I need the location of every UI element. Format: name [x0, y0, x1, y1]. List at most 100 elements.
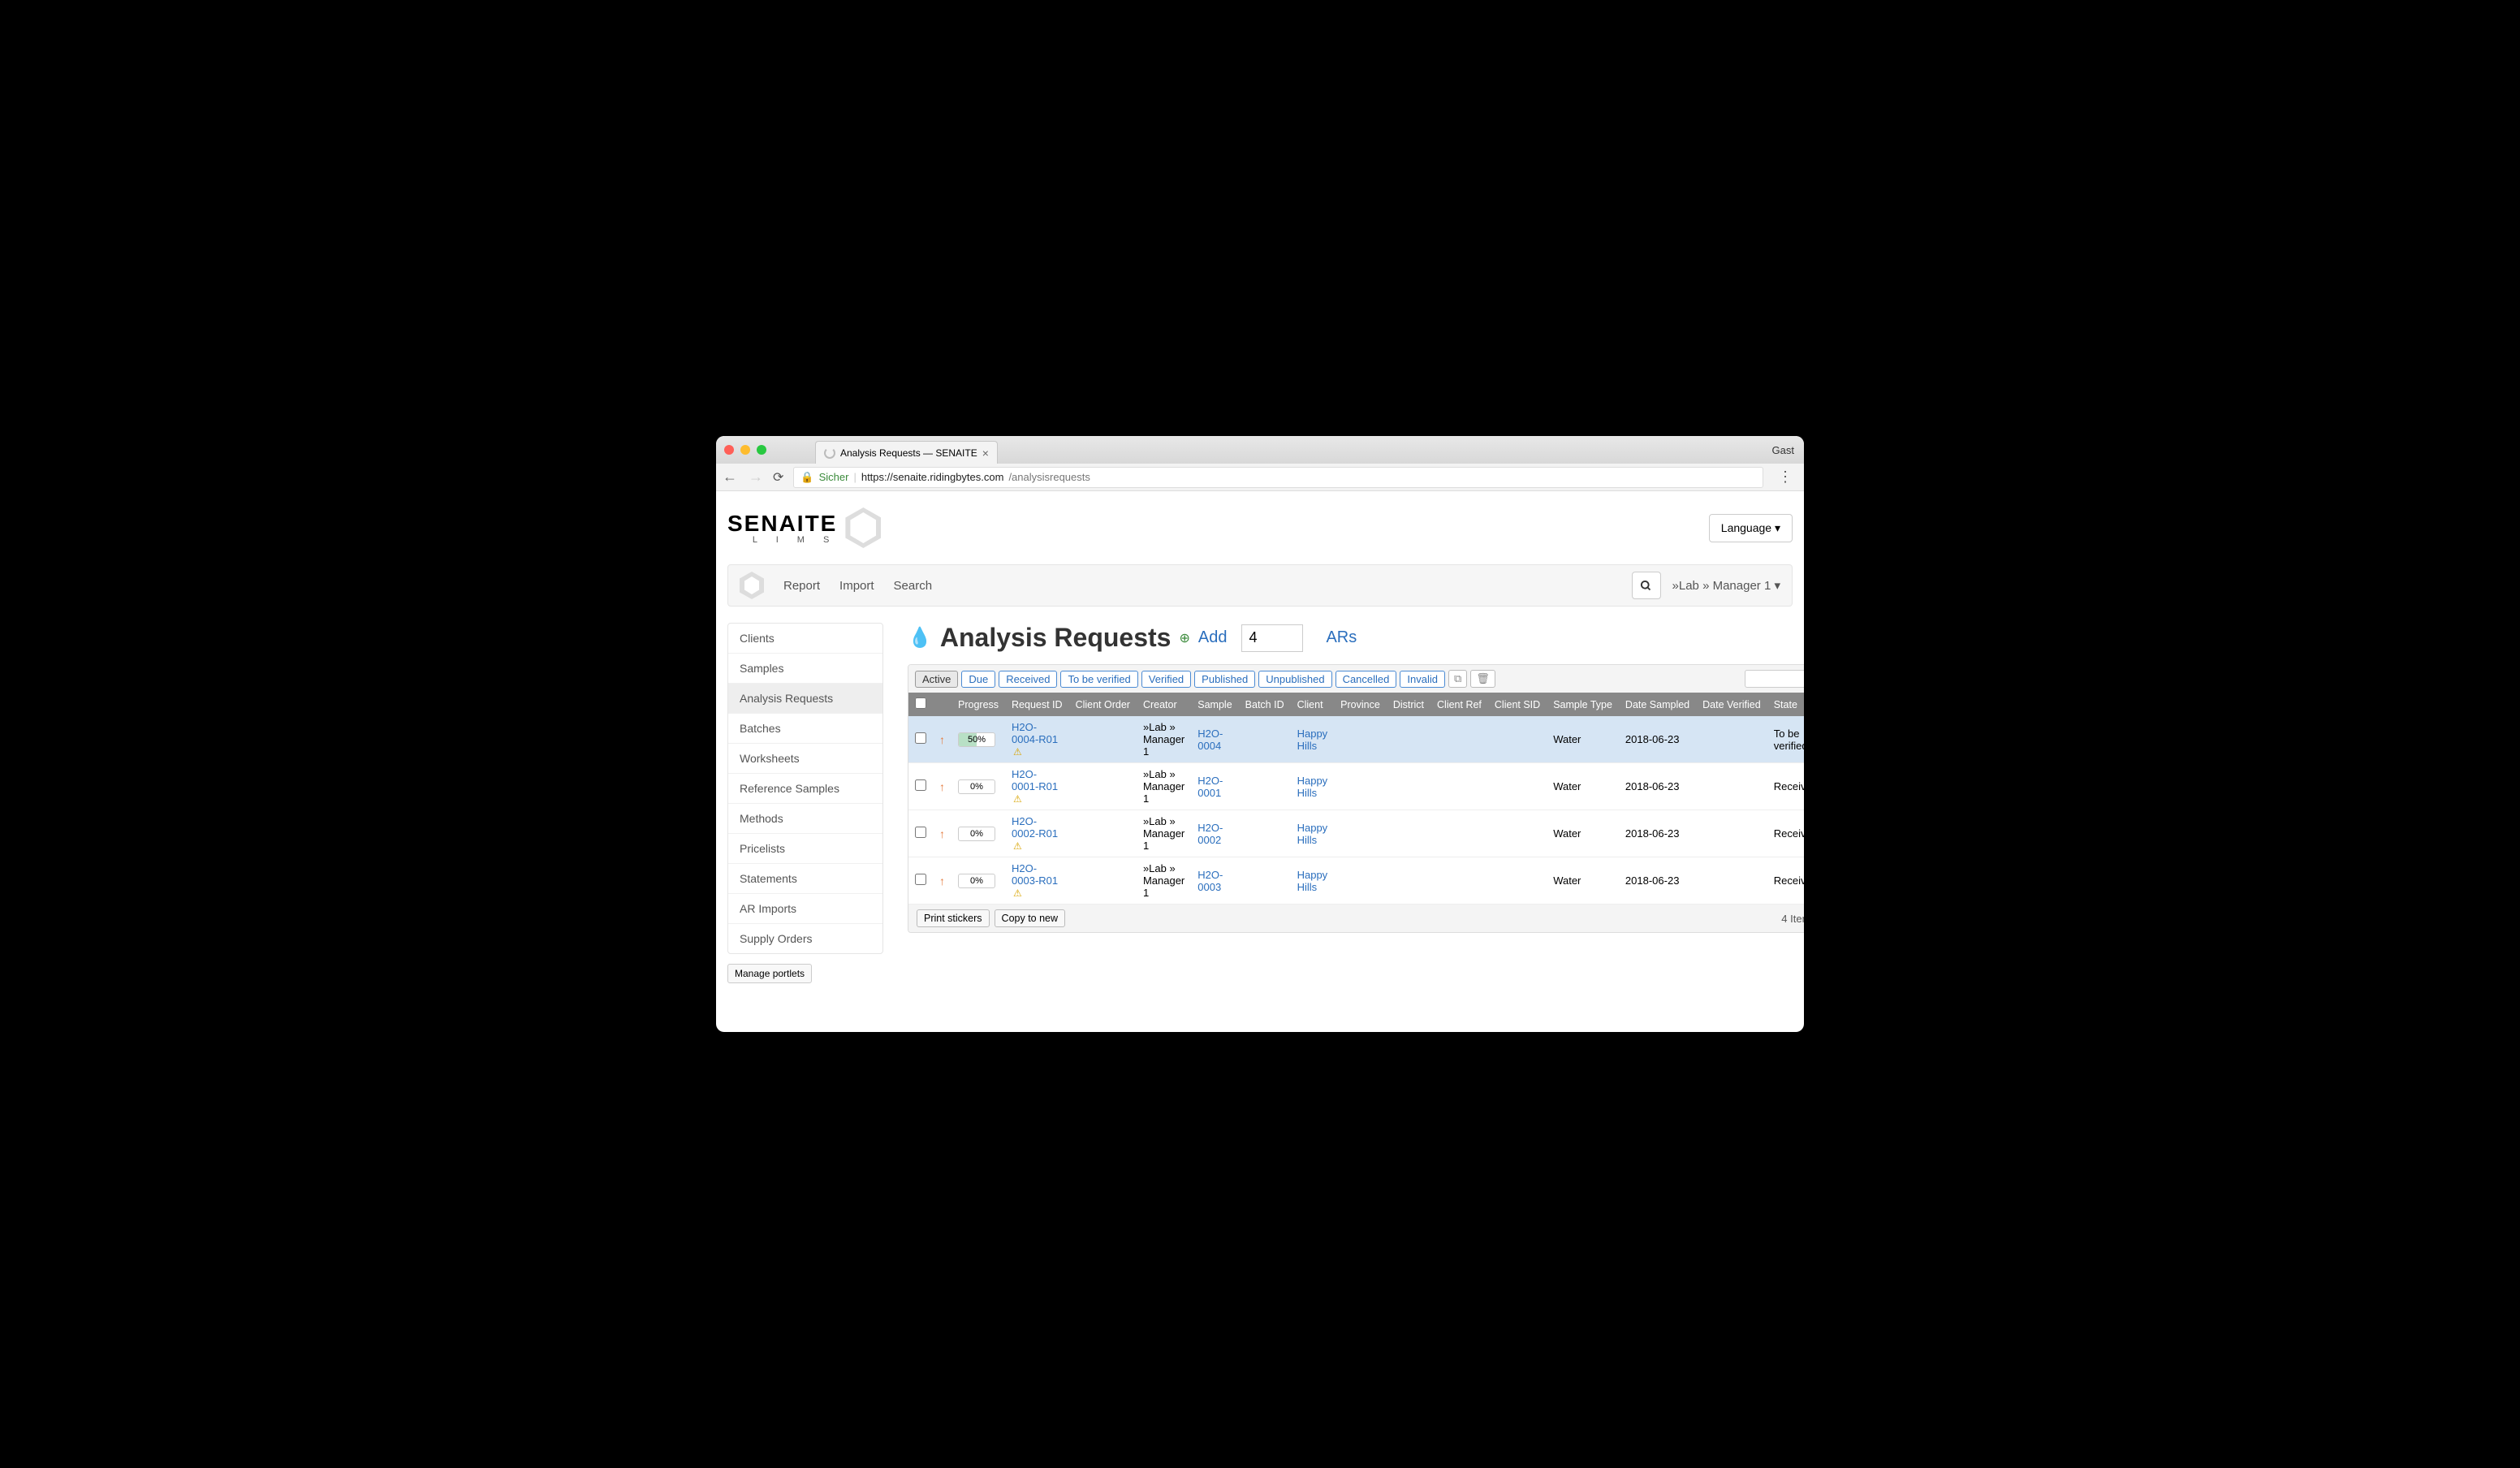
sidebar-item-clients[interactable]: Clients	[728, 624, 882, 654]
col-state[interactable]: State	[1767, 693, 1804, 716]
sidebar-item-ar-imports[interactable]: AR Imports	[728, 894, 882, 924]
browser-tab[interactable]: Analysis Requests — SENAITE ×	[815, 441, 998, 464]
navbar-logo-icon[interactable]	[740, 572, 764, 599]
col-date-sampled[interactable]: Date Sampled	[1619, 693, 1696, 716]
col-client[interactable]: Client	[1291, 693, 1335, 716]
print-stickers-button[interactable]: Print stickers	[917, 909, 990, 927]
sidebar-item-analysis-requests[interactable]: Analysis Requests	[728, 684, 882, 714]
browser-profile[interactable]: Gast	[1772, 444, 1794, 456]
col-client-order[interactable]: Client Order	[1069, 693, 1137, 716]
select-all-checkbox[interactable]	[915, 697, 926, 709]
window-minimize[interactable]	[740, 445, 750, 455]
date-sampled-cell: 2018-06-23	[1619, 857, 1696, 905]
ars-link[interactable]: ARs	[1326, 628, 1357, 647]
nav-search[interactable]: Search	[894, 579, 933, 593]
add-link[interactable]: Add	[1198, 628, 1228, 647]
window-close[interactable]	[724, 445, 734, 455]
forward-icon: →	[749, 468, 763, 486]
sidebar-item-reference-samples[interactable]: Reference Samples	[728, 774, 882, 804]
filter-verified[interactable]: Verified	[1141, 671, 1191, 688]
col-batch-id[interactable]: Batch ID	[1239, 693, 1291, 716]
nav-report[interactable]: Report	[783, 579, 820, 593]
browser-menu-icon[interactable]: ⋮	[1773, 468, 1797, 486]
sidebar-item-statements[interactable]: Statements	[728, 864, 882, 894]
tab-favicon	[824, 447, 835, 459]
col-client-sid[interactable]: Client SID	[1488, 693, 1547, 716]
request-id-link[interactable]: H2O-0001-R01	[1012, 768, 1058, 792]
filter-unpublished[interactable]: Unpublished	[1258, 671, 1331, 688]
sidebar-item-batches[interactable]: Batches	[728, 714, 882, 744]
filter-copy-icon[interactable]: ⧉	[1448, 670, 1467, 688]
sample-link[interactable]: H2O-0002	[1197, 822, 1223, 846]
sidebar-item-pricelists[interactable]: Pricelists	[728, 834, 882, 864]
nav-import[interactable]: Import	[839, 579, 874, 593]
col-district[interactable]: District	[1387, 693, 1430, 716]
sidebar-item-methods[interactable]: Methods	[728, 804, 882, 834]
warning-icon: ⚠	[1013, 840, 1022, 852]
sidebar-item-supply-orders[interactable]: Supply Orders	[728, 924, 882, 953]
col-client-ref[interactable]: Client Ref	[1430, 693, 1488, 716]
reload-icon[interactable]: ⟳	[773, 469, 783, 486]
droplet-icon: 💧	[908, 626, 932, 650]
filter-invalid[interactable]: Invalid	[1400, 671, 1445, 688]
row-checkbox[interactable]	[915, 874, 926, 885]
col-progress[interactable]: Progress	[951, 693, 1005, 716]
col-creator[interactable]: Creator	[1137, 693, 1191, 716]
add-count-input[interactable]	[1241, 624, 1303, 652]
date-sampled-cell: 2018-06-23	[1619, 716, 1696, 763]
filter-published[interactable]: Published	[1194, 671, 1255, 688]
date-sampled-cell: 2018-06-23	[1619, 810, 1696, 857]
row-checkbox[interactable]	[915, 732, 926, 744]
sample-link[interactable]: H2O-0004	[1197, 728, 1223, 752]
table-search-input[interactable]	[1745, 670, 1804, 688]
table-row: ↑ 50% H2O-0004-R01 ⚠ »Lab » Manager 1 H2…	[908, 716, 1804, 763]
copy-to-new-button[interactable]: Copy to new	[995, 909, 1065, 927]
sidebar-item-samples[interactable]: Samples	[728, 654, 882, 684]
col-date-verified[interactable]: Date Verified	[1696, 693, 1767, 716]
sidebar-item-worksheets[interactable]: Worksheets	[728, 744, 882, 774]
row-checkbox[interactable]	[915, 827, 926, 838]
client-link[interactable]: Happy Hills	[1297, 822, 1328, 846]
close-icon[interactable]: ×	[982, 447, 989, 460]
priority-up-icon: ↑	[939, 874, 945, 887]
url-input[interactable]: 🔒 Sicher | https://senaite.ridingbytes.c…	[793, 467, 1763, 488]
browser-tab-bar: Analysis Requests — SENAITE × Gast	[716, 436, 1804, 464]
logo[interactable]: SENAITE L I M S	[727, 507, 886, 548]
state-cell: To be verified	[1767, 716, 1804, 763]
client-link[interactable]: Happy Hills	[1297, 869, 1328, 893]
logo-hex-icon	[845, 507, 881, 548]
back-icon[interactable]: ←	[723, 468, 737, 486]
user-dropdown[interactable]: »Lab » Manager 1 ▾	[1672, 578, 1780, 593]
col-request-id[interactable]: Request ID	[1005, 693, 1069, 716]
tab-title: Analysis Requests — SENAITE	[840, 447, 977, 459]
manage-portlets-button[interactable]: Manage portlets	[727, 964, 812, 983]
col-sample[interactable]: Sample	[1191, 693, 1238, 716]
language-dropdown[interactable]: Language ▾	[1709, 514, 1793, 542]
filter-active[interactable]: Active	[915, 671, 958, 688]
client-link[interactable]: Happy Hills	[1297, 775, 1328, 799]
sample-type-cell: Water	[1547, 857, 1619, 905]
state-cell: Received	[1767, 763, 1804, 810]
col-province[interactable]: Province	[1334, 693, 1387, 716]
row-checkbox[interactable]	[915, 779, 926, 791]
filter-trash-icon[interactable]: 🗑	[1470, 670, 1495, 688]
state-cell: Received	[1767, 857, 1804, 905]
progress-bar: 0%	[958, 779, 995, 794]
request-id-link[interactable]: H2O-0002-R01	[1012, 815, 1058, 840]
sample-link[interactable]: H2O-0003	[1197, 869, 1223, 893]
client-link[interactable]: Happy Hills	[1297, 728, 1328, 752]
sample-link[interactable]: H2O-0001	[1197, 775, 1223, 799]
filter-due[interactable]: Due	[961, 671, 995, 688]
search-icon[interactable]	[1632, 572, 1661, 599]
filter-to-be-verified[interactable]: To be verified	[1060, 671, 1137, 688]
creator-cell: »Lab » Manager 1	[1137, 763, 1191, 810]
request-id-link[interactable]: H2O-0003-R01	[1012, 862, 1058, 887]
filter-received[interactable]: Received	[999, 671, 1057, 688]
filter-cancelled[interactable]: Cancelled	[1336, 671, 1397, 688]
creator-cell: »Lab » Manager 1	[1137, 810, 1191, 857]
window-maximize[interactable]	[757, 445, 766, 455]
logo-text: SENAITE	[727, 511, 837, 537]
request-id-link[interactable]: H2O-0004-R01	[1012, 721, 1058, 745]
date-sampled-cell: 2018-06-23	[1619, 763, 1696, 810]
col-sample-type[interactable]: Sample Type	[1547, 693, 1619, 716]
